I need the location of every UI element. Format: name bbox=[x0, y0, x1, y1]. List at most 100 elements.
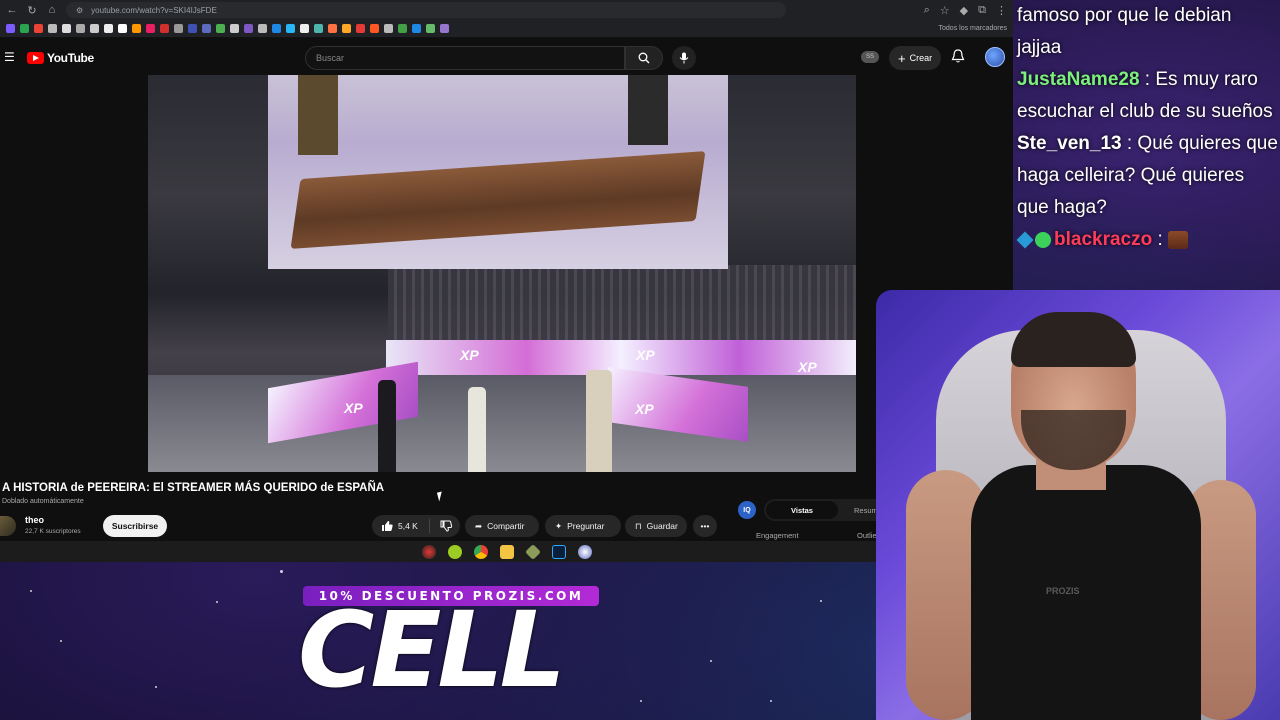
bookmark-icon[interactable] bbox=[244, 24, 253, 33]
bookmark-icon[interactable] bbox=[426, 24, 435, 33]
save-button[interactable]: ⊓ Guardar bbox=[625, 515, 687, 537]
person-figure bbox=[586, 370, 612, 472]
video-title: A HISTORIA de PEEREIRA: El STREAMER MÁS … bbox=[2, 482, 385, 494]
app-icon[interactable] bbox=[577, 544, 592, 559]
voice-search-button[interactable] bbox=[672, 46, 696, 70]
account-avatar[interactable] bbox=[985, 47, 1005, 67]
subscribe-button[interactable]: Suscribirse bbox=[103, 515, 167, 537]
youtube-header: ☰ YouTube SS + Crear bbox=[0, 38, 1013, 76]
home-icon[interactable]: ⌂ bbox=[46, 4, 58, 16]
stream-layout: ← ↻ ⌂ ⚙ youtube.com/watch?v=SKI4IJsFDE ⌕… bbox=[0, 0, 1280, 720]
bookmark-icon[interactable] bbox=[384, 24, 393, 33]
app-icon[interactable] bbox=[524, 543, 541, 560]
bookmark-icon[interactable] bbox=[20, 24, 29, 33]
bookmark-icon[interactable] bbox=[6, 24, 15, 33]
bookmark-icon[interactable] bbox=[62, 24, 71, 33]
person-figure bbox=[378, 380, 396, 472]
puzzle-icon[interactable]: ⧉ bbox=[978, 4, 986, 17]
channel-avatar[interactable] bbox=[0, 516, 16, 536]
bookmark-star-icon[interactable]: ☆ bbox=[940, 4, 950, 17]
star bbox=[155, 686, 157, 688]
ask-button[interactable]: ✦ Preguntar bbox=[545, 515, 621, 537]
chat-username: JustaName28 bbox=[1017, 69, 1140, 90]
engagement-label: Engagement bbox=[756, 531, 799, 540]
bookmark-icon[interactable] bbox=[202, 24, 211, 33]
bookmark-icon[interactable] bbox=[328, 24, 337, 33]
chat-message: Ste_ven_13 : Qué quieres que haga cellei… bbox=[1017, 133, 1278, 218]
browser-window: ← ↻ ⌂ ⚙ youtube.com/watch?v=SKI4IJsFDE ⌕… bbox=[0, 0, 1013, 562]
xp-logo: XP bbox=[460, 347, 479, 363]
bookmark-icon: ⊓ bbox=[635, 520, 642, 531]
video-player[interactable]: XP XP XP XP XP bbox=[148, 75, 856, 472]
bookmark-icon[interactable] bbox=[300, 24, 309, 33]
back-icon[interactable]: ← bbox=[6, 4, 18, 16]
tab-vistas[interactable]: Vistas bbox=[766, 501, 838, 519]
share-button[interactable]: ➦ Compartir bbox=[465, 515, 539, 537]
bookmark-icon[interactable] bbox=[48, 24, 57, 33]
site-info-icon[interactable]: ⚙ bbox=[76, 6, 83, 15]
create-button[interactable]: + Crear bbox=[889, 46, 942, 70]
photoshop-icon[interactable] bbox=[551, 544, 566, 559]
bookmark-icon[interactable] bbox=[34, 24, 43, 33]
bookmark-icon[interactable] bbox=[104, 24, 113, 33]
dubbed-label: Doblado automáticamente bbox=[2, 498, 84, 505]
bookmark-icon[interactable] bbox=[356, 24, 365, 33]
menu-icon[interactable]: ⋮ bbox=[996, 4, 1007, 17]
star bbox=[820, 600, 822, 602]
bookmark-icon[interactable] bbox=[174, 24, 183, 33]
dislike-button[interactable] bbox=[432, 515, 460, 537]
bookmarks-bar: Todos los marcadores bbox=[0, 20, 1013, 38]
bookmark-icon[interactable] bbox=[146, 24, 155, 33]
bookmark-icon[interactable] bbox=[286, 24, 295, 33]
url-text: youtube.com/watch?v=SKI4IJsFDE bbox=[91, 5, 217, 15]
create-label: Crear bbox=[909, 53, 933, 63]
all-bookmarks-folder[interactable]: Todos los marcadores bbox=[939, 25, 1007, 32]
subscriber-count: 22,7 K suscriptores bbox=[25, 528, 81, 535]
bookmark-icon[interactable] bbox=[272, 24, 281, 33]
app-icon[interactable] bbox=[447, 544, 462, 559]
bookmark-icon[interactable] bbox=[160, 24, 169, 33]
bookmark-icon[interactable] bbox=[230, 24, 239, 33]
cell-logo-text: CELL bbox=[298, 589, 566, 711]
black-tank-top bbox=[971, 465, 1201, 720]
bookmark-icon[interactable] bbox=[370, 24, 379, 33]
extension-icon[interactable]: ◆ bbox=[960, 4, 968, 17]
xp-logo: XP bbox=[635, 401, 654, 417]
bookmark-icon[interactable] bbox=[216, 24, 225, 33]
tab-resumen[interactable]: Resum bbox=[854, 506, 878, 515]
youtube-logo[interactable]: YouTube bbox=[27, 51, 94, 65]
legs-figure bbox=[298, 75, 338, 155]
chat-text: famoso por que le debian jajjaa bbox=[1017, 5, 1232, 58]
xp-logo: XP bbox=[344, 400, 363, 416]
bookmark-icon[interactable] bbox=[342, 24, 351, 33]
search-button[interactable] bbox=[625, 46, 663, 70]
vidiq-icon[interactable]: IQ bbox=[738, 501, 756, 519]
bookmark-icon[interactable] bbox=[76, 24, 85, 33]
chrome-icon[interactable] bbox=[473, 544, 488, 559]
search-input[interactable] bbox=[305, 46, 625, 70]
hamburger-menu-icon[interactable]: ☰ bbox=[4, 50, 15, 64]
bookmark-icon[interactable] bbox=[258, 24, 267, 33]
channel-name[interactable]: theo bbox=[25, 515, 44, 525]
more-actions-button[interactable]: ••• bbox=[693, 515, 717, 537]
bookmark-icon[interactable] bbox=[314, 24, 323, 33]
bookmark-icon[interactable] bbox=[90, 24, 99, 33]
bookmark-icon[interactable] bbox=[132, 24, 141, 33]
sparkle-icon: ✦ bbox=[555, 520, 563, 531]
cube-badge-icon bbox=[1016, 231, 1034, 249]
folder-icon[interactable] bbox=[499, 544, 514, 559]
bookmark-icon[interactable] bbox=[188, 24, 197, 33]
notifications-bell-icon[interactable] bbox=[951, 49, 965, 64]
zoom-icon[interactable]: ⌕ bbox=[924, 4, 930, 17]
address-bar[interactable]: ⚙ youtube.com/watch?v=SKI4IJsFDE bbox=[66, 2, 786, 18]
bookmark-icon[interactable] bbox=[440, 24, 449, 33]
mic-icon bbox=[679, 52, 689, 64]
app-icon[interactable] bbox=[421, 544, 436, 559]
bookmark-icon[interactable] bbox=[412, 24, 421, 33]
reload-icon[interactable]: ↻ bbox=[26, 4, 38, 17]
share-icon: ➦ bbox=[475, 520, 483, 531]
ss-badge[interactable]: SS bbox=[861, 51, 879, 63]
youtube-wordmark: YouTube bbox=[47, 51, 94, 65]
bookmark-icon[interactable] bbox=[398, 24, 407, 33]
bookmark-icon[interactable] bbox=[118, 24, 127, 33]
